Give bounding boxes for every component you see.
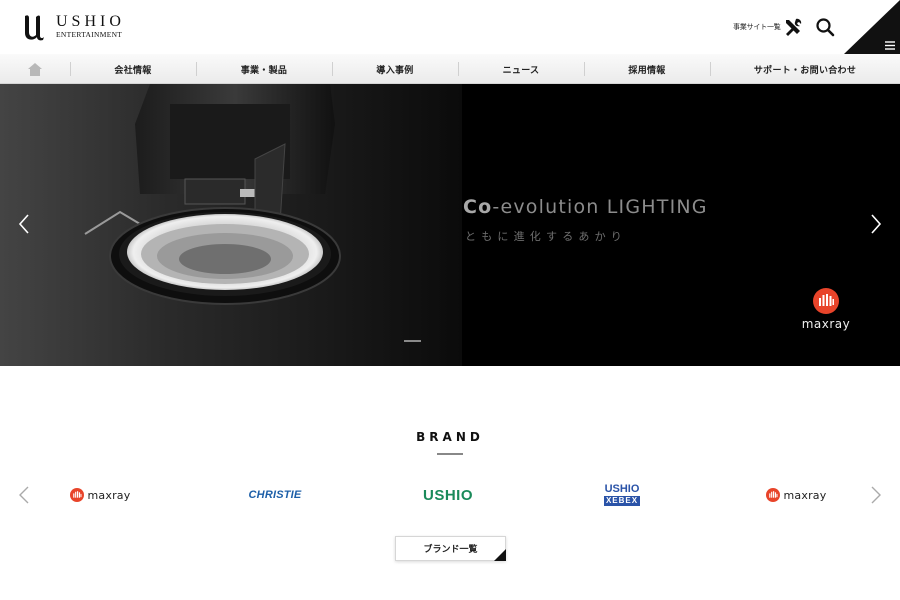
- maxray-mark-icon: [69, 488, 84, 502]
- nav-item-business[interactable]: 事業・製品: [196, 54, 332, 84]
- tools-icon: [785, 18, 801, 36]
- brand-logo-ushio[interactable]: USHIO: [410, 480, 486, 510]
- brand-logo-text: CHRISTIE: [248, 489, 302, 501]
- nav-item-company[interactable]: 会社情報: [70, 54, 196, 84]
- brand-heading-underline: [437, 453, 463, 455]
- business-site-list-link[interactable]: 事業サイト一覧: [733, 17, 803, 37]
- hamburger-menu-button[interactable]: [844, 0, 900, 54]
- site-list-label: 事業サイト一覧: [733, 23, 781, 31]
- hero-title-prefix: Co: [463, 196, 493, 218]
- ushio-logo[interactable]: USHIO ENTERTAINMENT: [22, 12, 125, 42]
- home-icon: [28, 62, 42, 76]
- nav-item-cases[interactable]: 導入事例: [332, 54, 458, 84]
- hamburger-menu-icon: [844, 0, 900, 54]
- brand-logo-text-top: USHIO: [604, 483, 640, 495]
- hero-brand-text: maxray: [801, 317, 851, 331]
- brand-heading: BRAND: [416, 430, 484, 444]
- button-corner-accent: [494, 549, 506, 561]
- ushio-u-mark-icon: [25, 15, 44, 41]
- chevron-left-icon[interactable]: [16, 212, 32, 236]
- hero-subtitle: ともに進化するあかり: [465, 230, 627, 243]
- chevron-left-icon[interactable]: [18, 485, 30, 505]
- nav-item-support[interactable]: サポート・お問い合わせ: [710, 54, 900, 84]
- nav-item-recruit[interactable]: 採用情報: [584, 54, 710, 84]
- nav-home-button[interactable]: [0, 54, 70, 84]
- chevron-right-icon[interactable]: [870, 485, 882, 505]
- site-header: USHIO ENTERTAINMENT 事業サイト一覧: [0, 0, 900, 54]
- maxray-mark-icon: [813, 288, 839, 314]
- global-navigation: 会社情報 事業・製品 導入事例 ニュース 採用情報 サポート・お問い合わせ: [0, 54, 900, 84]
- logo-main-text: USHIO: [56, 13, 125, 30]
- chevron-right-icon[interactable]: [868, 212, 884, 236]
- slider-indicator-1[interactable]: [404, 340, 421, 342]
- brand-logo-maxray[interactable]: maxray: [60, 480, 140, 510]
- brand-logo-text: maxray: [783, 488, 827, 502]
- logo-sub-text: ENTERTAINMENT: [56, 30, 123, 39]
- downlight-product-image: [84, 84, 341, 305]
- brand-logo-ushio-xebex[interactable]: USHIO XEBEX: [590, 480, 654, 510]
- brand-logo-christie[interactable]: CHRISTIE: [230, 480, 320, 510]
- nav-item-news[interactable]: ニュース: [458, 54, 584, 84]
- brand-logo-text-bottom: XEBEX: [603, 496, 641, 506]
- brand-logo-text: maxray: [87, 488, 131, 502]
- hero-title-rest: -evolution LIGHTING: [492, 196, 708, 218]
- brand-logo-text: USHIO: [422, 486, 473, 504]
- search-icon[interactable]: [814, 16, 836, 38]
- maxray-mark-icon: [765, 488, 780, 502]
- hero-slider: Co-evolution LIGHTING ともに進化するあかり maxray: [0, 84, 900, 366]
- brand-logo-maxray[interactable]: maxray: [756, 480, 836, 510]
- brand-list-label: ブランド一覧: [423, 545, 478, 555]
- brand-list-button[interactable]: ブランド一覧: [395, 536, 506, 561]
- hero-title: Co-evolution LIGHTING: [463, 196, 708, 218]
- hero-maxray-logo: maxray: [790, 288, 862, 331]
